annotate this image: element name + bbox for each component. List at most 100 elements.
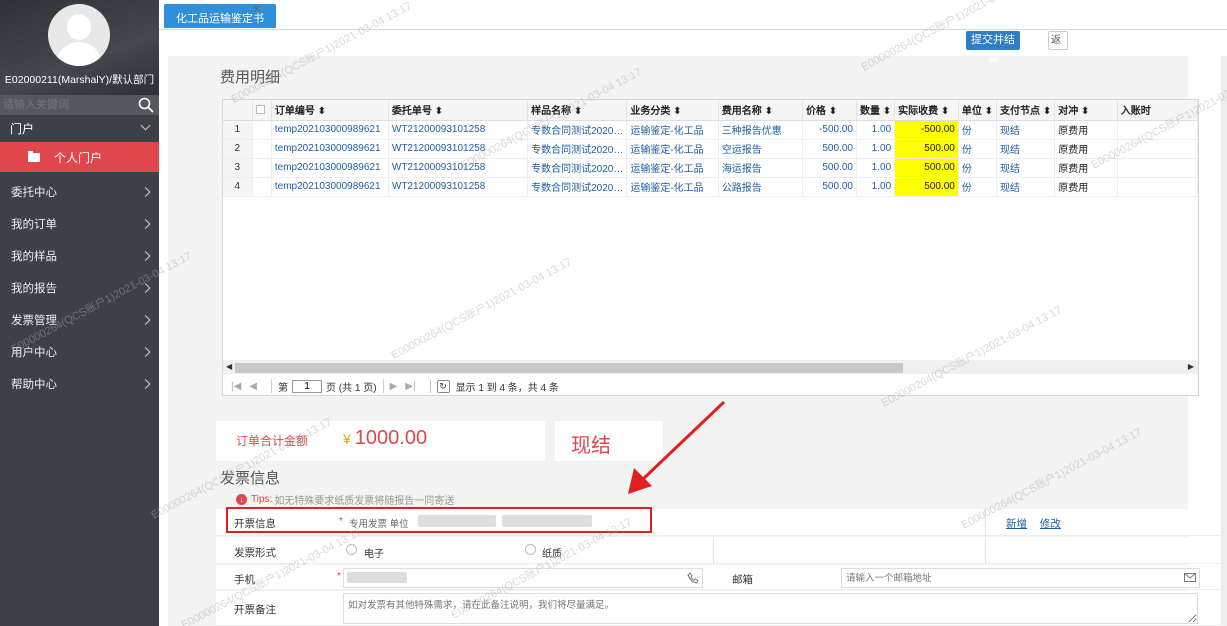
column-header[interactable]: 入账时 [1117,100,1198,121]
business-category-cell: 运输鉴定-化工品 [626,177,719,197]
order-number-cell[interactable]: temp202103000989621 [271,177,389,197]
user-panel: E02000211(MarshalY)/默认部门 [0,0,159,95]
invoice-tips: ↓ Tips: 如无特殊要求纸质发票将随报告一同寄送 [236,492,454,507]
sidebar-item-label: 发票管理 [11,315,57,327]
search-icon[interactable] [138,97,154,113]
unit-cell: 份 [958,158,998,178]
currency-symbol: ¥ [343,431,351,447]
entrust-number-cell[interactable]: WT21200093101258 [388,120,529,140]
quantity-cell: 1.00 [856,120,896,140]
sidebar-item-help-center[interactable]: 帮助中心 [0,368,159,400]
sample-name-cell: 专数合同测试2020… [527,158,628,178]
sidebar-item-label: 我的报告 [11,283,57,295]
unit-cell: 份 [958,139,998,159]
scrollbar-thumb[interactable] [235,363,903,373]
invoice-note-textarea[interactable] [343,593,1198,624]
table-row[interactable]: 3 temp202103000989621 WT21200093101258 专… [223,158,1198,178]
actual-charge-cell: 500.00 [894,158,959,178]
add-invoice-link[interactable]: 新增 [1006,518,1027,530]
row-select-cell[interactable] [252,177,272,197]
column-header[interactable]: 支付节点 ⬍ [996,100,1056,121]
offset-cell: 原费用 [1054,158,1118,178]
sidebar-item-user-center[interactable]: 用户中心 [0,336,159,368]
payment-node-cell: 现结 [996,177,1056,197]
search-input[interactable] [3,99,133,111]
first-page-icon[interactable]: |◀ [231,381,241,392]
pagination-bar: |◀ ◀ 第 页 (共 1 页) ▶ ▶| ↻ 显示 1 到 4 条，共 4 条 [223,376,1198,395]
vertical-scrollbar[interactable] [1221,56,1227,626]
column-header[interactable]: 单位 ⬍ [958,100,998,121]
redacted-phone [347,572,407,583]
nav-group-portal[interactable]: 门户 [0,115,159,142]
fee-name-cell: 空运报告 [718,139,803,159]
entrust-number-cell[interactable]: WT21200093101258 [388,177,529,197]
row-select-cell[interactable] [252,120,272,140]
sidebar-item-my-reports[interactable]: 我的报告 [0,272,159,304]
sidebar-item-my-orders[interactable]: 我的订单 [0,208,159,240]
price-cell: 500.00 [802,158,857,178]
phone-icon [687,572,699,584]
column-header[interactable]: 实际收费 ⬍ [894,100,959,121]
table-row[interactable]: 4 temp202103000989621 WT21200093101258 专… [223,177,1198,197]
column-header-select[interactable] [252,100,272,121]
payment-node-cell: 现结 [996,158,1056,178]
scroll-right-icon[interactable]: ▶ [1188,362,1194,371]
row-select-cell[interactable] [252,139,272,159]
sidebar-item-personal-portal[interactable]: 个人门户 [0,142,159,172]
last-page-icon[interactable]: ▶| [405,381,415,392]
row-select-cell[interactable] [252,158,272,178]
return-button[interactable]: 返 [1048,31,1068,50]
column-header[interactable]: 价格 ⬍ [802,100,857,121]
sample-name-cell: 专数合同测试2020… [527,120,628,140]
sidebar-item-my-samples[interactable]: 我的样品 [0,240,159,272]
prev-page-icon[interactable]: ◀ [249,381,257,392]
sidebar-item-invoice-management[interactable]: 发票管理 [0,304,159,336]
scroll-left-icon[interactable]: ◀ [226,362,232,371]
actual-charge-cell: 500.00 [894,177,959,197]
chevron-down-icon [140,120,151,131]
edit-invoice-link[interactable]: 修改 [1040,518,1061,530]
chevron-right-icon [140,219,151,229]
fee-name-cell: 三种报告优惠 [718,120,803,140]
sidebar-item-label: 我的样品 [11,251,57,263]
column-header[interactable]: 数量 ⬍ [856,100,896,121]
radio-paper[interactable] [525,544,536,555]
column-header[interactable]: 委托单号 ⬍ [388,100,529,121]
horizontal-scrollbar[interactable]: ◀ ▶ [223,360,1198,374]
column-header[interactable]: 样品名称 ⬍ [527,100,628,121]
email-label: 邮箱 [732,574,753,586]
total-label: 订单合计金额 [236,434,309,448]
table-row[interactable]: 2 temp202103000989621 WT21200093101258 专… [223,139,1198,159]
tips-text: 如无特殊要求纸质发票将随报告一同寄送 [274,496,455,507]
table-row[interactable]: 1 temp202103000989621 WT21200093101258 专… [223,120,1198,140]
column-header[interactable]: 订单编号 ⬍ [271,100,389,121]
column-header[interactable]: 对冲 ⬍ [1054,100,1118,121]
order-number-cell[interactable]: temp202103000989621 [271,120,389,140]
sidebar-item-entrust-center[interactable]: 委托中心 [0,176,159,208]
next-page-icon[interactable]: ▶ [390,381,398,392]
entrust-number-cell[interactable]: WT21200093101258 [388,139,529,159]
submit-and-settle-button[interactable]: 提交并结算 [966,31,1020,65]
chevron-right-icon [140,347,151,357]
entrust-number-cell[interactable]: WT21200093101258 [388,158,529,178]
close-icon[interactable]: ✕ [253,4,261,15]
select-all-checkbox[interactable] [255,105,265,115]
sidebar-item-label: 用户中心 [11,347,57,359]
total-amount-value: 1000.00 [354,427,428,449]
quantity-cell: 1.00 [856,158,896,178]
sidebar-search [0,95,159,115]
order-number-cell[interactable]: temp202103000989621 [271,158,389,178]
payment-node-cell: 现结 [996,139,1056,159]
column-header[interactable]: 业务分类 ⬍ [626,100,719,121]
offset-cell: 原费用 [1054,120,1118,140]
refresh-icon[interactable]: ↻ [436,379,450,393]
column-header[interactable]: 费用名称 ⬍ [718,100,803,121]
radio-electronic[interactable] [346,544,357,555]
quantity-cell: 1.00 [856,139,896,159]
posting-time-cell [1117,177,1198,197]
order-number-cell[interactable]: temp202103000989621 [271,139,389,159]
email-input[interactable] [841,568,1200,588]
avatar[interactable] [48,4,110,66]
page-number-input[interactable] [292,379,322,393]
payment-node-cell: 现结 [996,120,1056,140]
